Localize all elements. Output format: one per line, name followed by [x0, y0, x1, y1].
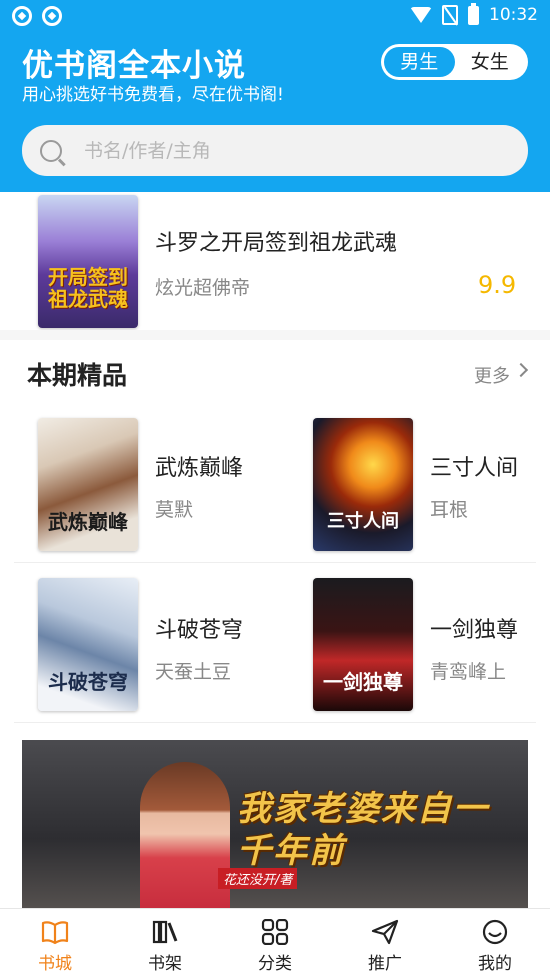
- section-title: 本期精品: [27, 361, 128, 390]
- book-author: 青鸾峰上: [430, 661, 507, 683]
- book-cover[interactable]: 三寸人间: [313, 418, 413, 551]
- tab-label: 书城: [38, 954, 72, 974]
- smiley-face-icon: [482, 919, 508, 945]
- tab-profile[interactable]: 我的: [440, 909, 550, 979]
- banner-author: 花还没开/著: [218, 868, 298, 889]
- app-title: 优书阁全本小说: [22, 48, 246, 84]
- banner-illustration: [140, 762, 230, 920]
- promo-banner[interactable]: 我家老婆来自一千年前 花还没开/著: [22, 740, 528, 920]
- app-notification-icon: [12, 6, 32, 26]
- app-subtitle: 用心挑选好书免费看，尽在优书阁!: [22, 85, 284, 105]
- book-cover-title: 一剑独尊: [323, 670, 403, 694]
- paper-plane-icon: [371, 919, 399, 945]
- status-bar: 10:32: [0, 0, 550, 34]
- app-notification-icon: [42, 6, 62, 26]
- gender-tab-female[interactable]: 女生: [455, 47, 526, 77]
- no-sim-icon: [442, 5, 458, 25]
- book-author: 耳根: [430, 499, 469, 521]
- search-bar[interactable]: [22, 125, 528, 176]
- book-author: 天蚕土豆: [155, 661, 232, 683]
- section-divider: [0, 330, 550, 340]
- book-title[interactable]: 斗罗之开局签到祖龙武魂: [155, 225, 397, 257]
- category-grid-icon: [261, 919, 289, 945]
- book-score: 9.9: [478, 271, 517, 299]
- book-title[interactable]: 武炼巅峰: [155, 450, 243, 482]
- row-divider: [14, 722, 536, 723]
- tab-label: 书架: [148, 954, 182, 974]
- bookshelf-icon: [152, 920, 178, 944]
- book-author: 炫光超佛帝: [155, 277, 251, 299]
- tab-label: 分类: [258, 954, 292, 974]
- book-cover-title: 武炼巅峰: [48, 510, 128, 534]
- header: 10:32 优书阁全本小说 用心挑选好书免费看，尽在优书阁! 男生 女生: [0, 0, 550, 192]
- row-divider: [14, 562, 536, 563]
- gender-switch: 男生 女生: [381, 44, 528, 80]
- search-icon: [40, 139, 62, 162]
- bottom-tab-bar: 书城 书架 分类 推广 我的: [0, 908, 550, 979]
- book-title[interactable]: 一剑独尊: [430, 612, 518, 644]
- gender-tab-male[interactable]: 男生: [384, 47, 455, 77]
- book-cover[interactable]: 开局签到祖龙武魂: [38, 195, 138, 328]
- wifi-icon: [410, 7, 432, 23]
- tab-promote[interactable]: 推广: [330, 909, 440, 979]
- tab-bookshelf[interactable]: 书架: [110, 909, 220, 979]
- app-screen: 10:32 优书阁全本小说 用心挑选好书免费看，尽在优书阁! 男生 女生 开局签…: [0, 0, 550, 979]
- book-cover-title: 三寸人间: [327, 511, 399, 532]
- book-title[interactable]: 三寸人间: [430, 450, 518, 482]
- book-title[interactable]: 斗破苍穹: [155, 612, 243, 644]
- chevron-right-icon[interactable]: [513, 362, 529, 378]
- book-cover[interactable]: 武炼巅峰: [38, 418, 138, 551]
- book-cover[interactable]: 斗破苍穹: [38, 578, 138, 711]
- more-link[interactable]: 更多: [474, 362, 510, 388]
- status-time: 10:32: [489, 5, 538, 25]
- search-input[interactable]: [84, 139, 464, 162]
- tab-label: 我的: [478, 954, 512, 974]
- book-cover-title: 斗破苍穹: [48, 670, 128, 694]
- battery-icon: [468, 2, 479, 25]
- tab-label: 推广: [368, 954, 402, 974]
- tab-bookstore[interactable]: 书城: [0, 909, 110, 979]
- tab-category[interactable]: 分类: [220, 909, 330, 979]
- banner-title: 我家老婆来自一千年前: [237, 789, 489, 871]
- open-book-icon: [41, 921, 69, 945]
- book-author: 莫默: [155, 499, 194, 521]
- book-cover[interactable]: 一剑独尊: [313, 578, 413, 711]
- book-cover-title: 开局签到祖龙武魂: [48, 265, 128, 311]
